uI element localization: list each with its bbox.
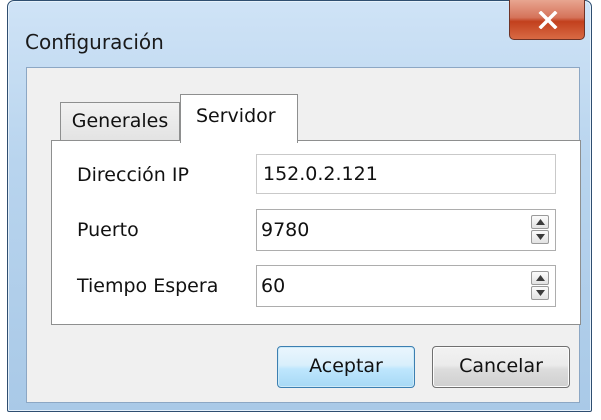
timeout-input[interactable]: [257, 266, 525, 306]
arrow-down-icon: [536, 234, 545, 240]
tab-servidor-label: Servidor: [196, 105, 276, 127]
port-increment-button[interactable]: [531, 215, 549, 229]
close-button[interactable]: [509, 0, 585, 40]
close-x-icon: [538, 11, 558, 29]
port-decrement-button[interactable]: [531, 230, 549, 244]
arrow-down-icon: [536, 290, 545, 296]
port-label: Puerto: [77, 219, 139, 241]
timeout-decrement-button[interactable]: [531, 286, 549, 300]
cancel-button[interactable]: Cancelar: [432, 346, 570, 388]
tab-generales-label: Generales: [71, 110, 169, 132]
ip-address-input[interactable]: [256, 154, 556, 194]
tab-generales[interactable]: Generales: [60, 102, 180, 140]
timeout-spinbox: [256, 265, 556, 307]
port-spinbox: [256, 209, 556, 251]
port-input[interactable]: [257, 210, 525, 250]
window-title: Configuración: [25, 30, 164, 54]
tab-servidor[interactable]: Servidor: [180, 94, 298, 143]
arrow-up-icon: [536, 219, 545, 225]
arrow-up-icon: [536, 275, 545, 281]
port-spinner: [531, 215, 549, 245]
ip-label: Dirección IP: [77, 164, 189, 186]
timeout-label: Tiempo Espera: [77, 275, 219, 297]
timeout-spinner: [531, 271, 549, 301]
accept-button[interactable]: Aceptar: [277, 346, 415, 388]
timeout-increment-button[interactable]: [531, 271, 549, 285]
